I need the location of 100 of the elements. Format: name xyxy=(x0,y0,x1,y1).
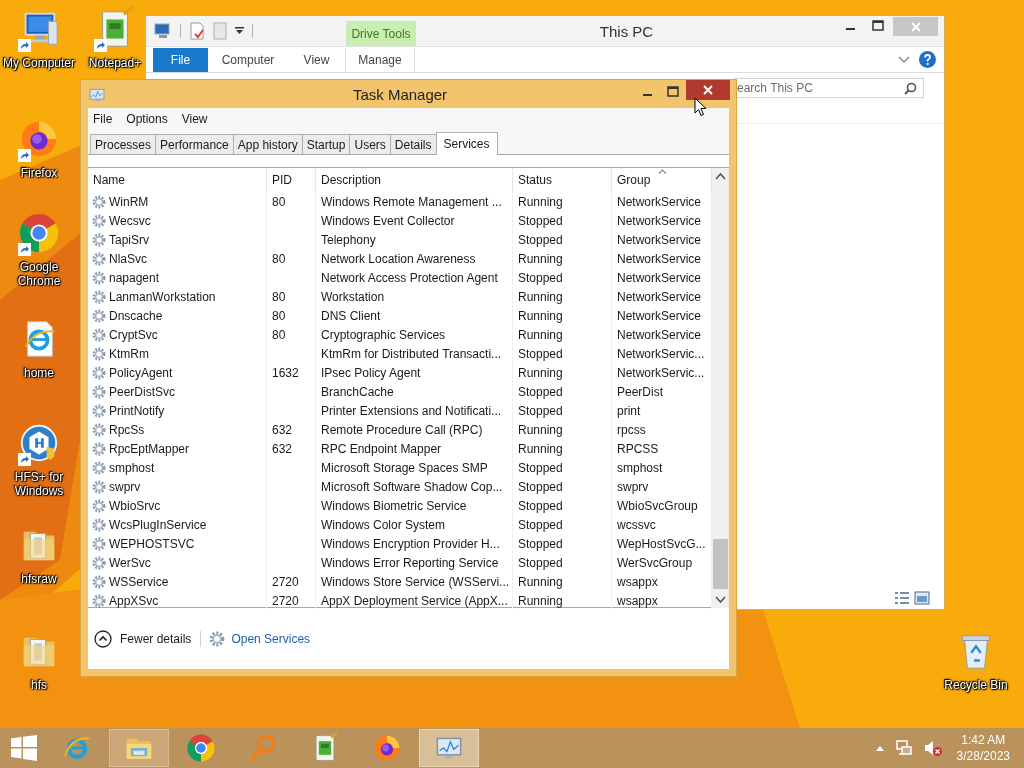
table-cell: Stopped xyxy=(518,346,563,361)
table-cell: Running xyxy=(518,441,563,456)
table-cell: KtmRm xyxy=(109,346,149,361)
network-icon[interactable] xyxy=(894,739,913,757)
table-cell: 2720 xyxy=(272,593,299,608)
speaker-icon[interactable] xyxy=(922,739,943,757)
column-header[interactable]: Name xyxy=(88,168,267,192)
details-view-icon[interactable] xyxy=(894,591,910,605)
window-title: This PC xyxy=(598,22,655,40)
computer-icon[interactable] xyxy=(154,23,172,39)
chevron-down-icon[interactable] xyxy=(897,54,911,65)
table-cell: NetworkServic... xyxy=(617,365,705,380)
column-header[interactable]: Description xyxy=(316,168,513,192)
table-cell: WcsPlugInService xyxy=(109,517,207,532)
table-cell: PeerDist xyxy=(617,384,663,399)
table-cell: RpcSs xyxy=(109,422,145,437)
gear-icon xyxy=(92,536,106,551)
column-header[interactable]: Status xyxy=(513,168,612,192)
table-cell: AppX Deployment Service (AppX... xyxy=(321,593,508,608)
table-cell: Stopped xyxy=(518,536,563,551)
document-icon[interactable] xyxy=(189,22,205,40)
tab[interactable]: Startup xyxy=(301,134,351,154)
table-cell: WSService xyxy=(109,574,169,589)
table-cell: NetworkService xyxy=(617,289,702,304)
gear-icon xyxy=(92,422,106,437)
table-cell: Printer Extensions and Notificati... xyxy=(321,403,502,418)
table-cell: Stopped xyxy=(518,213,563,228)
table-cell: Windows Event Collector xyxy=(321,213,455,228)
show-hidden-icons-icon[interactable] xyxy=(874,744,885,752)
gear-icon xyxy=(92,498,106,513)
shortcut-arrow-icon xyxy=(18,39,31,52)
tab[interactable]: Services xyxy=(435,132,498,155)
table-cell: swprv xyxy=(617,479,649,494)
table-cell: Running xyxy=(518,574,563,589)
menu-item[interactable]: File xyxy=(93,112,113,126)
tab[interactable]: Details xyxy=(389,134,437,154)
scrollbar[interactable] xyxy=(712,168,729,608)
search-icon xyxy=(904,82,917,95)
column-header[interactable]: PID xyxy=(267,168,316,192)
shortcut-arrow-icon xyxy=(94,39,107,52)
help-icon[interactable] xyxy=(919,51,936,68)
firefox-icon xyxy=(372,733,402,763)
menu-item[interactable]: View xyxy=(181,112,208,126)
gear-icon xyxy=(92,232,106,247)
table-cell: 80 xyxy=(272,327,286,342)
tab[interactable]: App history xyxy=(232,134,303,154)
table-cell: Dnscache xyxy=(109,308,163,323)
fewer-details-button[interactable]: Fewer details xyxy=(94,629,192,648)
tab[interactable]: Performance xyxy=(155,134,234,154)
scroll-thumb[interactable] xyxy=(713,539,728,589)
dropdown-icon[interactable] xyxy=(235,27,244,35)
gear-icon xyxy=(92,251,106,266)
table-cell: RpcEptMapper xyxy=(109,441,190,456)
table-cell: Running xyxy=(518,593,563,608)
table-cell: Running xyxy=(518,308,563,323)
taskbar-button[interactable] xyxy=(419,729,479,767)
gear-icon xyxy=(92,270,106,285)
chrome-icon[interactable] xyxy=(18,212,60,254)
hexagon-app-icon[interactable] xyxy=(18,422,60,464)
gear-icon xyxy=(92,555,106,570)
ribbon-tab[interactable]: Computer xyxy=(208,47,288,72)
table-cell: 1632 xyxy=(272,365,299,380)
gear-icon xyxy=(92,289,106,304)
table-cell: WbioSvcGroup xyxy=(617,498,698,513)
start-button[interactable] xyxy=(11,735,37,761)
table-cell: PolicyAgent xyxy=(109,365,173,380)
table-cell: Wecsvc xyxy=(109,213,151,228)
gear-icon xyxy=(92,346,106,361)
table-cell: Stopped xyxy=(518,555,563,570)
gear-icon xyxy=(92,593,106,608)
gear-icon xyxy=(92,327,106,342)
table-cell: 632 xyxy=(272,422,293,437)
table-cell: wsappx xyxy=(617,574,658,589)
gear-icon xyxy=(209,630,226,647)
shortcut-arrow-icon xyxy=(18,243,31,256)
table-cell: wcssvc xyxy=(617,517,656,532)
gear-icon xyxy=(92,403,106,418)
table-cell: WinRM xyxy=(109,194,149,209)
table-cell: NetworkService xyxy=(617,270,702,285)
table-cell: WerSvc xyxy=(109,555,151,570)
table-cell: Stopped xyxy=(518,517,563,532)
table-cell: NetworkServic... xyxy=(617,346,705,361)
gear-icon xyxy=(92,194,106,209)
tab[interactable]: Processes xyxy=(90,134,157,154)
ribbon-tab[interactable]: Manage xyxy=(345,47,415,72)
close-icon xyxy=(702,84,714,96)
table-cell: Running xyxy=(518,327,563,342)
ribbon-tab[interactable]: View xyxy=(288,47,345,72)
table-cell: Microsoft Storage Spaces SMP xyxy=(321,460,488,475)
menu-item[interactable]: Options xyxy=(126,112,168,126)
table-cell: Windows Remote Management ... xyxy=(321,194,502,209)
open-services-link[interactable]: Open Services xyxy=(231,631,311,646)
search-field[interactable]: earch This PC xyxy=(734,78,924,98)
close-button[interactable] xyxy=(686,80,730,100)
tab[interactable]: Users xyxy=(349,134,391,154)
table-cell: print xyxy=(617,403,641,418)
large-icons-view-icon[interactable] xyxy=(914,591,930,605)
table-cell: Windows Biometric Service xyxy=(321,498,467,513)
ribbon-tab[interactable]: File xyxy=(153,47,208,72)
table-cell: 80 xyxy=(272,194,286,209)
